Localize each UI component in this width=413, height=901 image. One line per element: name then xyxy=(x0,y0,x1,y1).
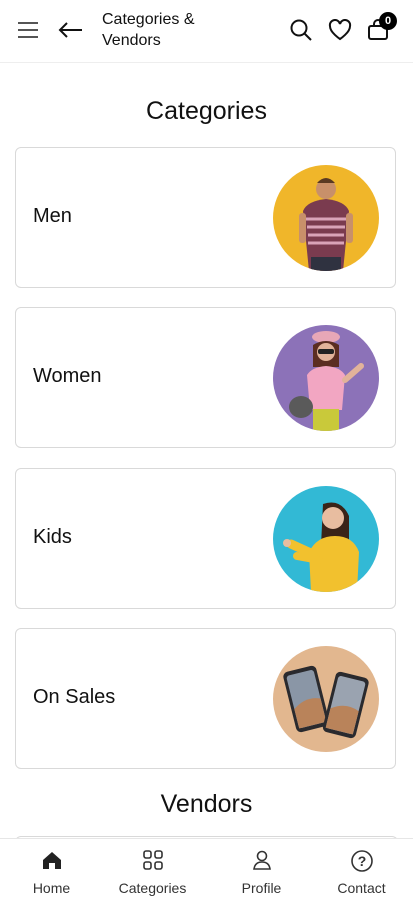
vendors-heading: Vendors xyxy=(160,790,253,818)
heart-icon[interactable] xyxy=(326,16,354,44)
category-label: On Sales xyxy=(33,686,116,708)
cart-count-badge: 0 xyxy=(379,12,397,30)
category-label: Women xyxy=(33,365,102,387)
category-card-kids[interactable]: Kids xyxy=(15,468,396,609)
svg-text:?: ? xyxy=(357,853,366,869)
category-label: Men xyxy=(33,205,72,227)
category-card-women[interactable]: Women xyxy=(15,307,396,448)
nav-profile-label: Profile xyxy=(241,880,282,896)
bottom-navigation: Home Categories Profile ? Contact xyxy=(0,838,413,901)
on-sales-category-image xyxy=(273,646,379,752)
kids-category-image xyxy=(273,486,379,592)
women-category-image xyxy=(273,325,379,431)
category-label: Kids xyxy=(33,526,72,548)
page-title: Categories & Vendors xyxy=(102,11,195,49)
nav-categories-label: Categories xyxy=(118,880,187,896)
nav-contact[interactable]: ? Contact xyxy=(310,839,413,901)
back-arrow-icon[interactable] xyxy=(56,16,84,44)
nav-profile[interactable]: Profile xyxy=(210,839,313,901)
category-card-on-sales[interactable]: On Sales xyxy=(15,628,396,769)
grid-icon xyxy=(101,849,204,871)
help-icon: ? xyxy=(310,849,413,872)
nav-home[interactable]: Home xyxy=(0,839,103,901)
home-icon xyxy=(0,849,103,871)
cart-button[interactable]: 0 xyxy=(364,12,397,44)
app-header: Categories & Vendors 0 xyxy=(0,0,413,63)
nav-contact-label: Contact xyxy=(337,880,386,896)
search-icon[interactable] xyxy=(287,16,315,44)
user-icon xyxy=(210,849,313,871)
nav-categories[interactable]: Categories xyxy=(101,839,204,901)
menu-icon[interactable] xyxy=(14,16,42,44)
nav-home-label: Home xyxy=(32,880,71,896)
categories-heading: Categories xyxy=(146,97,267,125)
men-category-image xyxy=(273,165,379,271)
category-card-men[interactable]: Men xyxy=(15,147,396,288)
